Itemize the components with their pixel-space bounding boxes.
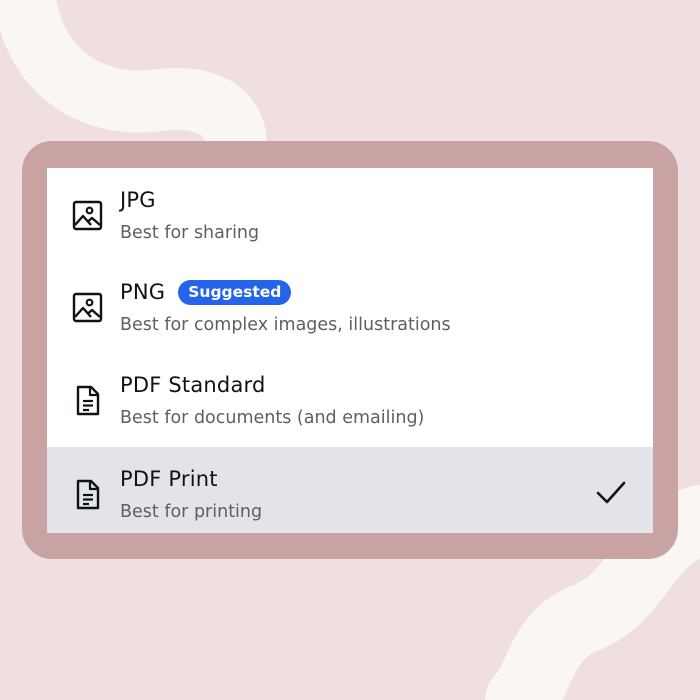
file-type-option-pdf-print[interactable]: PDF Print Best for printing bbox=[47, 447, 653, 533]
file-type-option-png[interactable]: PNG Suggested Best for complex images, i… bbox=[47, 260, 653, 352]
option-title: PNG bbox=[120, 280, 166, 304]
option-description: Best for documents (and emailing) bbox=[120, 408, 425, 428]
document-icon bbox=[72, 478, 103, 511]
file-type-list: JPG Best for sharing PNG Suggested Best … bbox=[47, 168, 653, 533]
option-description: Best for sharing bbox=[120, 223, 260, 243]
document-icon bbox=[72, 384, 103, 417]
suggested-badge: Suggested bbox=[178, 279, 292, 305]
option-title: JPG bbox=[120, 188, 156, 212]
option-title-row: PDF Print bbox=[120, 465, 218, 493]
page-canvas: JPG Best for sharing PNG Suggested Best … bbox=[0, 0, 700, 700]
option-title: PDF Print bbox=[120, 467, 218, 491]
image-icon bbox=[72, 291, 103, 324]
option-title: PDF Standard bbox=[120, 373, 266, 397]
option-title-row: PDF Standard bbox=[120, 371, 266, 399]
file-type-option-pdf-standard[interactable]: PDF Standard Best for documents (and ema… bbox=[47, 353, 653, 445]
image-icon bbox=[72, 199, 103, 232]
option-description: Best for complex images, illustrations bbox=[120, 315, 451, 335]
option-description: Best for printing bbox=[120, 502, 263, 522]
option-title-row: JPG bbox=[120, 186, 156, 214]
option-title-row: PNG Suggested bbox=[120, 278, 292, 306]
file-type-option-jpg[interactable]: JPG Best for sharing bbox=[47, 168, 653, 260]
checkmark-icon bbox=[596, 481, 626, 504]
export-format-frame: JPG Best for sharing PNG Suggested Best … bbox=[22, 141, 678, 559]
